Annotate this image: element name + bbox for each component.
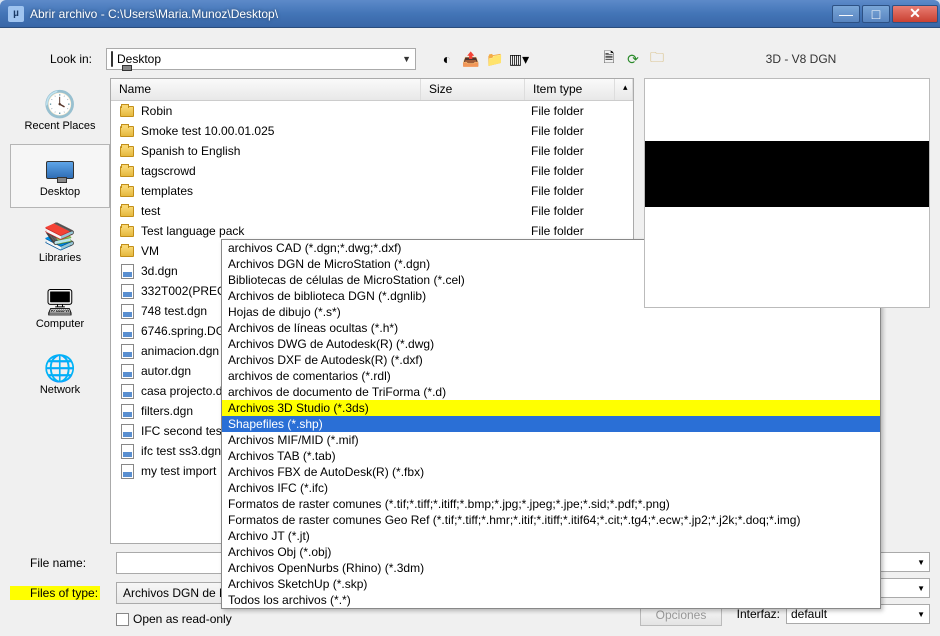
column-headers[interactable]: Name Size Item type ▴ bbox=[111, 79, 633, 101]
folder-icon bbox=[119, 223, 135, 239]
refresh-icon[interactable]: ⟳ bbox=[624, 50, 642, 68]
column-name[interactable]: Name bbox=[111, 79, 421, 100]
views-icon[interactable]: ▥▾ bbox=[510, 50, 528, 68]
libraries-icon: 📚 bbox=[44, 220, 76, 252]
chevron-down-icon: ▼ bbox=[917, 558, 925, 567]
lookin-combo[interactable]: Desktop ▼ bbox=[106, 48, 416, 70]
dgn-file-icon bbox=[119, 343, 135, 359]
filetype-option[interactable]: Formatos de raster comunes Geo Ref (*.ti… bbox=[222, 512, 880, 528]
folder-icon bbox=[119, 243, 135, 259]
filetype-option[interactable]: Archivos IFC (*.ifc) bbox=[222, 480, 880, 496]
up-icon[interactable]: 📤 bbox=[462, 50, 480, 68]
filetype-option[interactable]: archivos de documento de TriForma (*.d) bbox=[222, 384, 880, 400]
chevron-down-icon: ▼ bbox=[917, 610, 925, 619]
folder-row[interactable]: testFile folder bbox=[111, 201, 633, 221]
preview-canvas bbox=[644, 78, 930, 308]
app-icon: µ bbox=[8, 6, 24, 22]
file-list: Name Size Item type ▴ RobinFile folderSm… bbox=[110, 78, 634, 544]
place-desktop[interactable]: Desktop bbox=[10, 144, 110, 208]
folder-icon bbox=[119, 123, 135, 139]
filetype-option[interactable]: Archivos TAB (*.tab) bbox=[222, 448, 880, 464]
dgn-file-icon bbox=[119, 383, 135, 399]
readonly-checkbox[interactable]: Open as read-only bbox=[116, 612, 640, 626]
filetype-option[interactable]: Archivos DXF de Autodesk(R) (*.dxf) bbox=[222, 352, 880, 368]
dgn-file-icon bbox=[119, 403, 135, 419]
filetype-option[interactable]: Archivos DWG de Autodesk(R) (*.dwg) bbox=[222, 336, 880, 352]
dgn-file-icon bbox=[119, 303, 135, 319]
window-body: Look in: Desktop ▼ ◐ 📤 📁 ▥▾ 🗎 ⟳ 🗀 3D - V… bbox=[0, 28, 940, 636]
filetype-option[interactable]: Archivos SketchUp (*.skp) bbox=[222, 576, 880, 592]
filetype-option[interactable]: Archivo JT (*.jt) bbox=[222, 528, 880, 544]
folder-row[interactable]: tagscrowdFile folder bbox=[111, 161, 633, 181]
chevron-down-icon: ▼ bbox=[917, 584, 925, 593]
dgn-file-icon bbox=[119, 323, 135, 339]
desktop-icon bbox=[44, 154, 76, 186]
folder-icon bbox=[119, 183, 135, 199]
filetype-option[interactable]: Archivos 3D Studio (*.3ds) bbox=[222, 400, 880, 416]
filetype-option[interactable]: Archivos Obj (*.obj) bbox=[222, 544, 880, 560]
window-title: Abrir archivo - C:\Users\Maria.Munoz\Des… bbox=[30, 7, 830, 21]
preview-title: 3D - V8 DGN bbox=[672, 52, 930, 66]
dgn-file-icon bbox=[119, 423, 135, 439]
interfaz-label: Interfaz: bbox=[732, 607, 786, 621]
dgn-file-icon bbox=[119, 283, 135, 299]
folder-row[interactable]: Smoke test 10.00.01.025File folder bbox=[111, 121, 633, 141]
network-icon: 🌐 bbox=[44, 352, 76, 384]
folder-icon bbox=[119, 103, 135, 119]
close-button[interactable]: ✕ bbox=[892, 5, 938, 23]
column-type[interactable]: Item type bbox=[525, 79, 615, 100]
place-libraries[interactable]: 📚 Libraries bbox=[10, 210, 110, 274]
folder-icon bbox=[119, 163, 135, 179]
titlebar: µ Abrir archivo - C:\Users\Maria.Munoz\D… bbox=[0, 0, 940, 28]
checkbox-icon bbox=[116, 613, 129, 626]
filetype-option[interactable]: Archivos FBX de AutoDesk(R) (*.fbx) bbox=[222, 464, 880, 480]
lookin-value: Desktop bbox=[117, 52, 161, 66]
folder-icon bbox=[119, 143, 135, 159]
filetype-option[interactable]: Formatos de raster comunes (*.tif;*.tiff… bbox=[222, 496, 880, 512]
places-sidebar: 🕓 Recent Places Desktop 📚 Libraries 🖥 Co… bbox=[10, 78, 110, 544]
filetype-label: Files of type: bbox=[10, 586, 100, 600]
dgn-file-icon bbox=[119, 463, 135, 479]
maximize-button[interactable]: □ bbox=[862, 5, 890, 23]
folder-row[interactable]: Spanish to EnglishFile folder bbox=[111, 141, 633, 161]
dgn-file-icon bbox=[119, 443, 135, 459]
new-folder-icon[interactable]: 📁 bbox=[486, 50, 504, 68]
map-icon[interactable]: 🗀 bbox=[648, 50, 666, 68]
place-recent[interactable]: 🕓 Recent Places bbox=[10, 78, 110, 142]
filetype-option[interactable]: Archivos OpenNurbs (Rhino) (*.3dm) bbox=[222, 560, 880, 576]
lookin-label: Look in: bbox=[10, 52, 100, 66]
dgn-file-icon bbox=[119, 263, 135, 279]
place-computer[interactable]: 🖥 Computer bbox=[10, 276, 110, 340]
filetype-option[interactable]: Archivos MIF/MID (*.mif) bbox=[222, 432, 880, 448]
folder-row[interactable]: RobinFile folder bbox=[111, 101, 633, 121]
place-network[interactable]: 🌐 Network bbox=[10, 342, 110, 406]
filetype-option[interactable]: Archivos de líneas ocultas (*.h*) bbox=[222, 320, 880, 336]
sort-indicator-icon[interactable]: ▴ bbox=[615, 79, 633, 100]
back-icon[interactable]: ◐ bbox=[438, 50, 456, 68]
folder-row[interactable]: Test language packFile folder bbox=[111, 221, 633, 241]
folder-icon bbox=[119, 203, 135, 219]
filetype-option[interactable]: archivos de comentarios (*.rdl) bbox=[222, 368, 880, 384]
preview-content bbox=[645, 141, 929, 207]
column-size[interactable]: Size bbox=[421, 79, 525, 100]
top-toolbar: Look in: Desktop ▼ ◐ 📤 📁 ▥▾ 🗎 ⟳ 🗀 3D - V… bbox=[10, 48, 930, 70]
filename-label: File name: bbox=[10, 556, 100, 570]
desktop-icon bbox=[111, 52, 113, 66]
recent-icon: 🕓 bbox=[44, 88, 76, 120]
filetype-option[interactable]: Todos los archivos (*.*) bbox=[222, 592, 880, 608]
dgn-file-icon bbox=[119, 363, 135, 379]
doc-icon[interactable]: 🗎 bbox=[600, 50, 618, 68]
chevron-down-icon: ▼ bbox=[402, 54, 411, 64]
folder-row[interactable]: templatesFile folder bbox=[111, 181, 633, 201]
computer-icon: 🖥 bbox=[44, 286, 76, 318]
filetype-option[interactable]: Shapefiles (*.shp) bbox=[222, 416, 880, 432]
minimize-button[interactable]: — bbox=[832, 5, 860, 23]
